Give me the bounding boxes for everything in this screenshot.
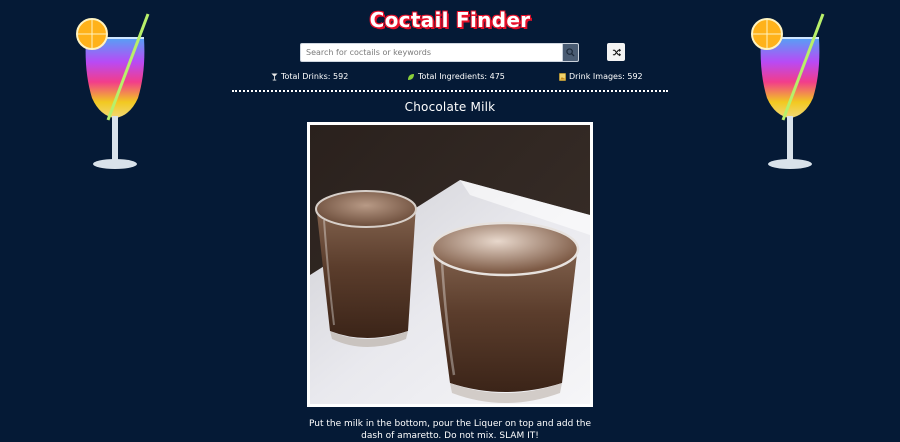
decorative-cocktail-left bbox=[76, 13, 150, 169]
decorative-cocktail-right bbox=[751, 13, 825, 169]
page-title: Coctail Finder bbox=[369, 8, 531, 32]
drink-name: Chocolate Milk bbox=[404, 100, 496, 114]
stat-total-ingredients: Total Ingredients: 475 bbox=[407, 72, 505, 81]
drink-photo bbox=[307, 122, 593, 407]
search-button[interactable] bbox=[562, 43, 579, 62]
lime-icon bbox=[408, 73, 414, 80]
image-icon bbox=[559, 72, 566, 81]
stat-drink-images: Drink Images: 592 bbox=[559, 72, 643, 81]
shuffle-icon bbox=[612, 48, 621, 56]
stat-label: Drink Images: 592 bbox=[569, 72, 643, 81]
drink-instructions: Put the milk in the bottom, pour the Liq… bbox=[309, 419, 591, 441]
stats-bar: Total Drinks: 592 Total Ingredients: 475… bbox=[232, 72, 668, 86]
random-drink-button[interactable] bbox=[607, 43, 625, 61]
search-bar bbox=[300, 43, 579, 62]
cocktail-glass-icon bbox=[271, 73, 278, 80]
search-input[interactable] bbox=[300, 43, 562, 62]
stat-label: Total Drinks: 592 bbox=[281, 72, 349, 81]
stat-total-drinks: Total Drinks: 592 bbox=[271, 72, 348, 81]
stat-label: Total Ingredients: 475 bbox=[418, 72, 505, 81]
divider bbox=[232, 90, 668, 92]
search-icon bbox=[566, 48, 575, 57]
